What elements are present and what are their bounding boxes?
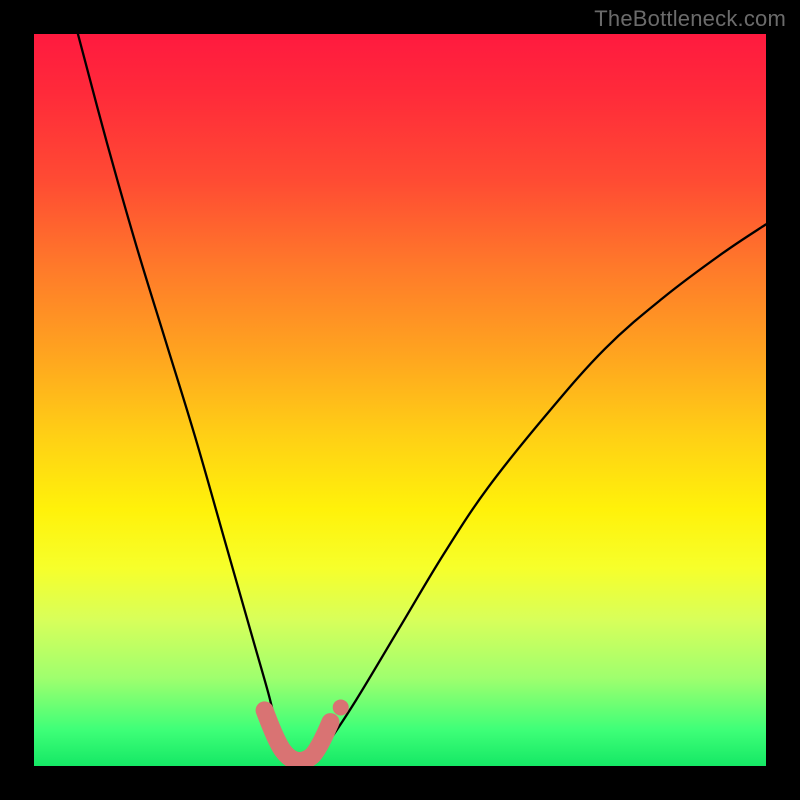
- chart-frame: TheBottleneck.com: [0, 0, 800, 800]
- highlight-end-dot: [333, 699, 349, 715]
- bottleneck-curve-path: [78, 34, 766, 766]
- plot-area: [34, 34, 766, 766]
- curve-layer: [34, 34, 766, 766]
- highlight-band-path: [265, 710, 331, 761]
- watermark-text: TheBottleneck.com: [594, 6, 786, 32]
